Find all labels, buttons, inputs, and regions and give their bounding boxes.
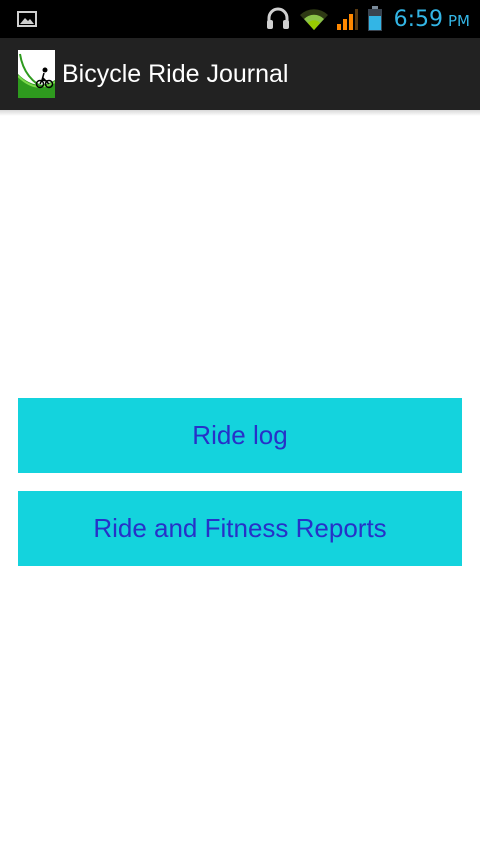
ride-and-fitness-reports-button[interactable]: Ride and Fitness Reports — [18, 491, 462, 566]
ride-log-button[interactable]: Ride log — [18, 398, 462, 473]
status-clock: 6:59 PM — [394, 0, 470, 38]
bicycle-app-icon[interactable] — [17, 50, 56, 98]
headset-icon — [264, 0, 292, 38]
battery-icon — [364, 0, 386, 38]
wifi-icon — [298, 0, 330, 38]
image-notification-icon — [16, 0, 38, 38]
app-title: Bicycle Ride Journal — [62, 60, 289, 88]
action-bar: Bicycle Ride Journal — [0, 38, 480, 111]
clock-ampm: PM — [448, 12, 470, 30]
action-bar-shadow — [0, 110, 480, 116]
clock-time: 6:59 — [393, 7, 443, 32]
signal-icon — [334, 0, 360, 38]
status-bar: 6:59 PM — [0, 0, 480, 38]
